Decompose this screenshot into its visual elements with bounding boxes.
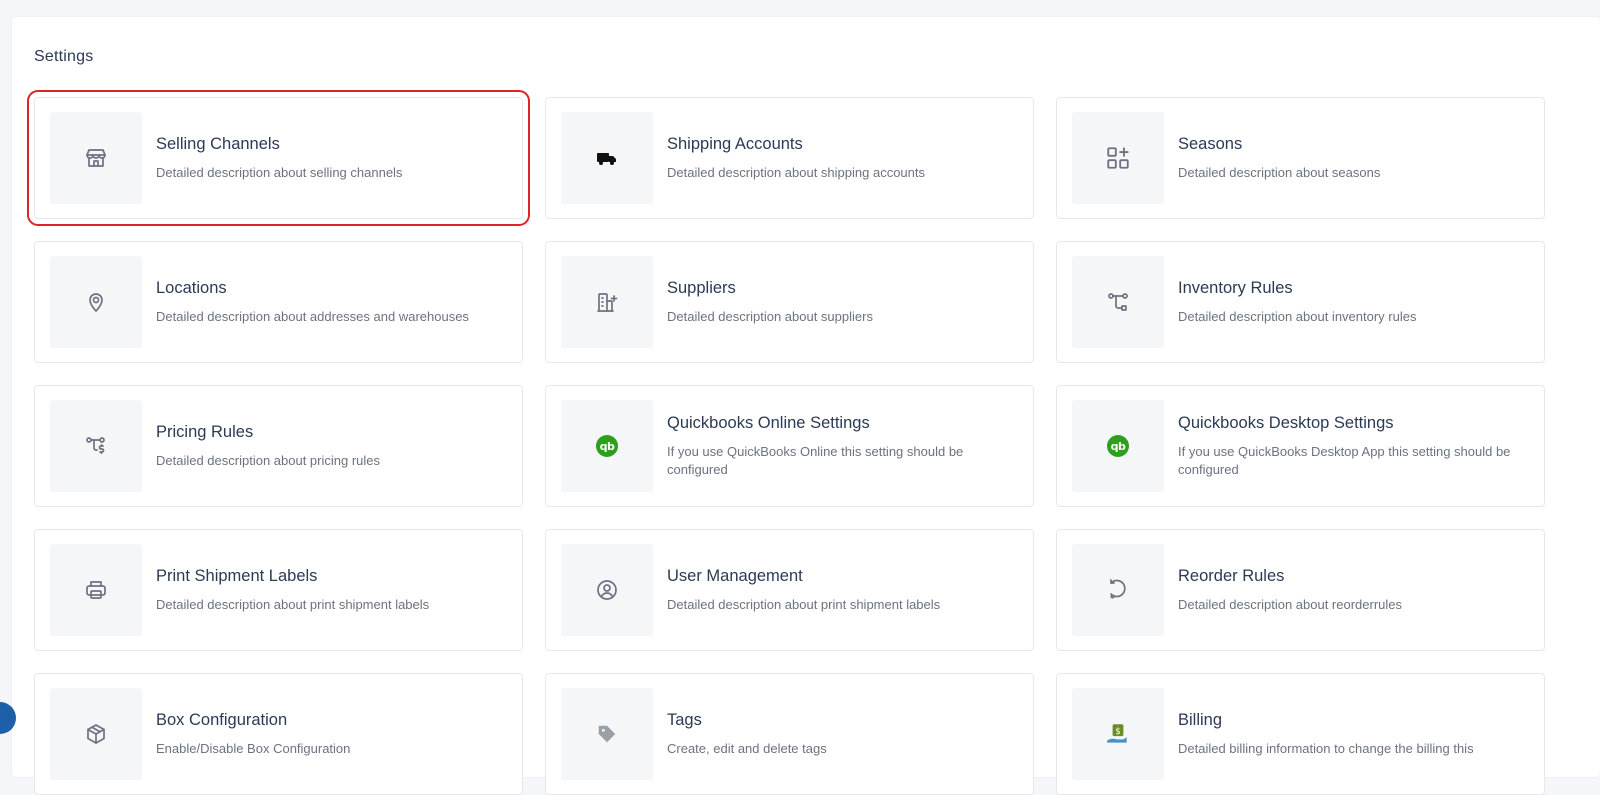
card-title: User Management <box>667 566 803 585</box>
apps-add-icon <box>1072 112 1164 204</box>
card-billing[interactable]: $ Billing Detailed billing information t… <box>1056 673 1545 795</box>
card-description: If you use QuickBooks Online this settin… <box>667 443 964 477</box>
card-description: Detailed description about shipping acco… <box>667 164 926 180</box>
truck-icon <box>561 112 653 204</box>
card-description: Detailed description about addresses and… <box>156 308 469 324</box>
card-description: Detailed description about selling chann… <box>156 164 403 180</box>
user-circle-icon <box>561 544 653 636</box>
card-description: Detailed billing information to change t… <box>1178 740 1474 756</box>
rotate-icon <box>1072 544 1164 636</box>
route-dollar-icon <box>50 400 142 492</box>
card-title: Reorder Rules <box>1178 566 1285 585</box>
quickbooks-icon: qb <box>561 400 653 492</box>
card-print-shipment-labels[interactable]: Print Shipment Labels Detailed descripti… <box>34 529 523 651</box>
card-suppliers[interactable]: Suppliers Detailed description about sup… <box>545 241 1034 363</box>
billing-hand-icon: $ <box>1072 688 1164 780</box>
card-quickbooks-online-settings[interactable]: qb Quickbooks Online Settings If you use… <box>545 385 1034 507</box>
card-description: Create, edit and delete tags <box>667 740 827 756</box>
card-seasons[interactable]: Seasons Detailed description about seaso… <box>1056 97 1545 219</box>
card-locations[interactable]: Locations Detailed description about add… <box>34 241 523 363</box>
svg-text:$: $ <box>1115 727 1121 737</box>
card-quickbooks-desktop-settings[interactable]: qb Quickbooks Desktop Settings If you us… <box>1056 385 1545 507</box>
card-title: Tags <box>667 710 702 729</box>
card-box-configuration[interactable]: Box Configuration Enable/Disable Box Con… <box>34 673 523 795</box>
card-description: Detailed description about seasons <box>1178 164 1381 180</box>
printer-icon <box>50 544 142 636</box>
building-plus-icon <box>561 256 653 348</box>
map-pin-icon <box>50 256 142 348</box>
quickbooks-badge: qb <box>1107 435 1129 457</box>
card-title: Selling Channels <box>156 134 280 153</box>
card-title: Quickbooks Desktop Settings <box>1178 413 1394 432</box>
card-tags[interactable]: Tags Create, edit and delete tags <box>545 673 1034 795</box>
card-title: Shipping Accounts <box>667 134 803 153</box>
page-title: Settings <box>34 48 94 65</box>
card-description: Detailed description about suppliers <box>667 308 873 324</box>
card-description: Detailed description about reorderrules <box>1178 596 1403 612</box>
settings-panel: Settings Selling Channels Detailed descr… <box>12 17 1600 795</box>
card-title: Locations <box>156 278 227 297</box>
card-description: Detailed description about print shipmen… <box>156 596 430 612</box>
card-title: Suppliers <box>667 278 736 297</box>
route-icon <box>1072 256 1164 348</box>
card-title: Pricing Rules <box>156 422 254 441</box>
card-title: Seasons <box>1178 134 1243 153</box>
card-description: Detailed description about inventory rul… <box>1178 308 1417 324</box>
card-pricing-rules[interactable]: Pricing Rules Detailed description about… <box>34 385 523 507</box>
quickbooks-badge: qb <box>596 435 618 457</box>
card-description: Detailed description about pricing rules <box>156 452 381 468</box>
card-description: Detailed description about print shipmen… <box>667 596 941 612</box>
card-title: Billing <box>1178 710 1223 729</box>
card-title: Quickbooks Online Settings <box>667 413 870 432</box>
card-reorder-rules[interactable]: Reorder Rules Detailed description about… <box>1056 529 1545 651</box>
box-icon <box>50 688 142 780</box>
tag-icon <box>561 688 653 780</box>
card-description: If you use QuickBooks Desktop App this s… <box>1178 443 1511 477</box>
card-title: Box Configuration <box>156 710 288 729</box>
card-selling-channels[interactable]: Selling Channels Detailed description ab… <box>27 90 530 226</box>
card-title: Inventory Rules <box>1178 278 1293 297</box>
quickbooks-icon: qb <box>1072 400 1164 492</box>
card-description: Enable/Disable Box Configuration <box>156 740 351 756</box>
card-inventory-rules[interactable]: Inventory Rules Detailed description abo… <box>1056 241 1545 363</box>
store-icon <box>50 112 142 204</box>
card-title: Print Shipment Labels <box>156 566 318 585</box>
settings-grid: Selling Channels Detailed description ab… <box>27 90 1545 795</box>
card-shipping-accounts[interactable]: Shipping Accounts Detailed description a… <box>545 97 1034 219</box>
card-user-management[interactable]: User Management Detailed description abo… <box>545 529 1034 651</box>
